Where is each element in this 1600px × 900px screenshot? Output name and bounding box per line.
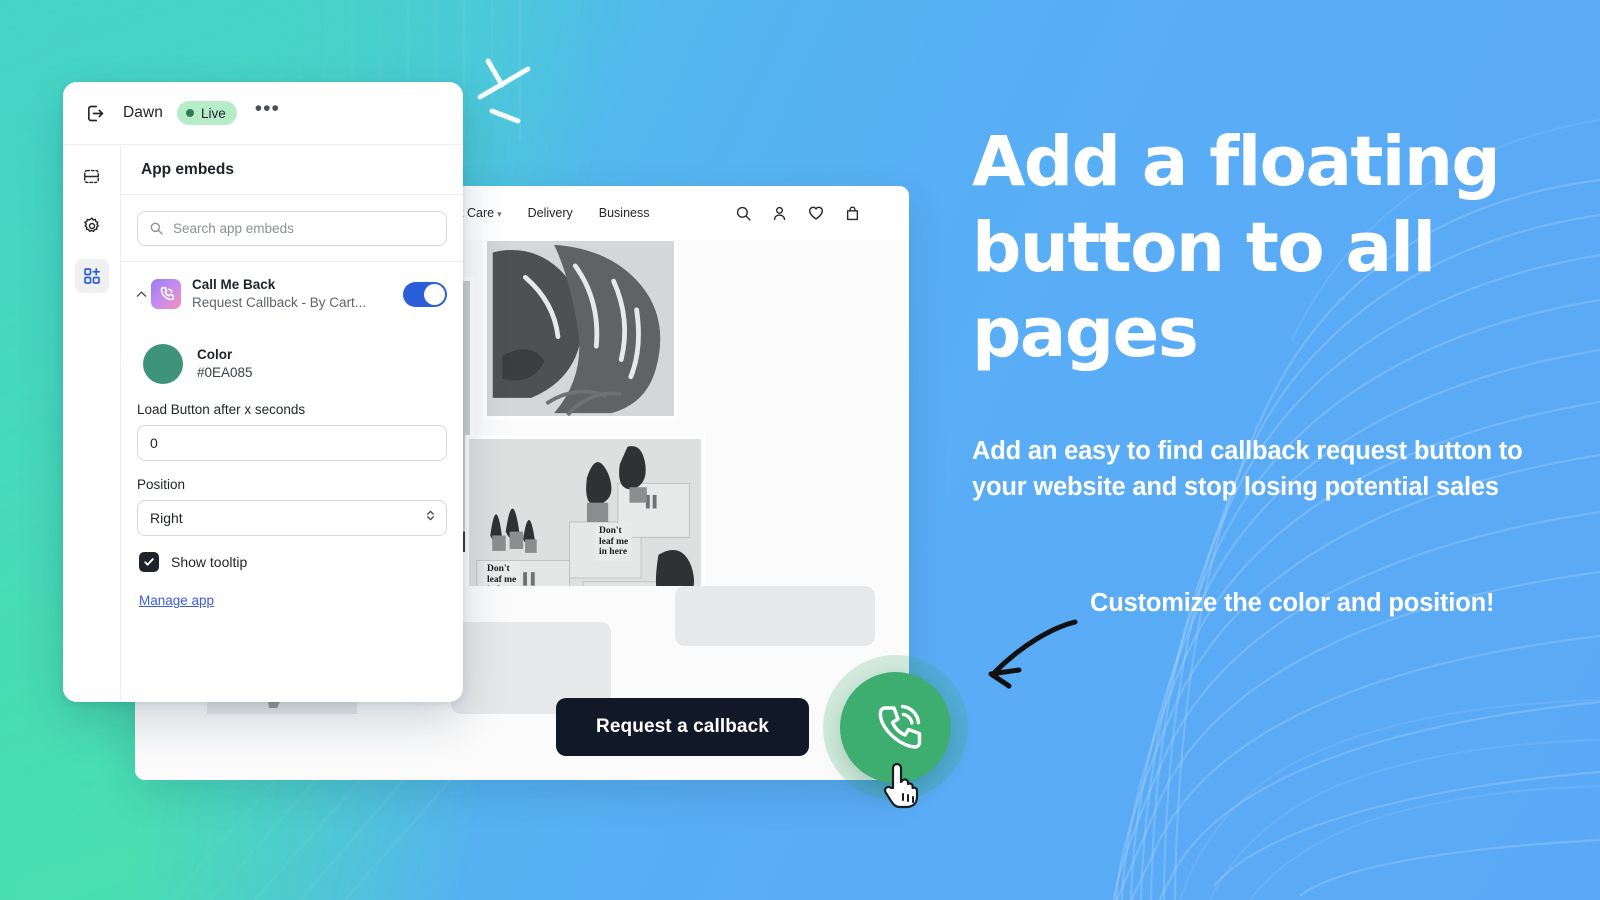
app-embed-texts: Call Me Back Request Callback - By Cart.… xyxy=(192,276,397,312)
status-badge: Live xyxy=(177,101,237,125)
theme-editor-window: Dawn Live ••• App embeds Search app embe… xyxy=(63,82,463,702)
app-embed-toggle[interactable] xyxy=(403,281,447,307)
color-label: Color xyxy=(197,346,233,362)
sidebar-item-theme-settings[interactable] xyxy=(75,209,109,243)
chevron-up-icon[interactable] xyxy=(131,288,151,301)
app-embed-settings: Color #0EA085 Load Button after x second… xyxy=(121,324,463,610)
manage-app-link[interactable]: Manage app xyxy=(139,593,214,608)
nav-link-delivery[interactable]: Delivery xyxy=(528,206,573,220)
position-label: Position xyxy=(137,477,186,493)
position-select[interactable] xyxy=(137,500,447,537)
status-dot xyxy=(186,109,195,117)
pointing-hand-cursor xyxy=(883,762,919,809)
show-tooltip-label: Show tooltip xyxy=(171,554,248,571)
check-icon xyxy=(144,558,154,567)
callback-tooltip: Request a callback xyxy=(556,698,809,756)
nav-icon-group xyxy=(735,204,861,222)
sidebar-item-sections[interactable] xyxy=(75,159,109,193)
box-label: Don'tleaf mein here xyxy=(595,523,633,561)
nav-link-business[interactable]: Business xyxy=(599,206,650,220)
more-options-button[interactable]: ••• xyxy=(255,98,280,123)
app-embed-title: Call Me Back xyxy=(192,277,276,292)
cart-bag-icon[interactable] xyxy=(844,205,861,222)
marketing-headline: Add a floating button to all pages xyxy=(972,122,1501,374)
app-embed-row: Call Me Back Request Callback - By Cart.… xyxy=(121,262,463,324)
search-icon xyxy=(150,222,163,235)
show-tooltip-row[interactable]: Show tooltip xyxy=(139,552,447,573)
decorative-burst-lines xyxy=(477,58,531,124)
account-icon[interactable] xyxy=(771,205,788,222)
position-select-wrap[interactable] xyxy=(137,500,447,537)
photo-monstera-leaf xyxy=(483,240,678,420)
search-icon[interactable] xyxy=(735,205,752,222)
search-input[interactable] xyxy=(173,221,435,236)
theme-name: Dawn xyxy=(123,104,164,121)
chevron-down-icon: ▾ xyxy=(497,209,502,219)
color-value: #0EA085 xyxy=(197,365,253,381)
marketing-column: Add a floating button to all pages Add a… xyxy=(972,120,1532,505)
color-swatch[interactable] xyxy=(143,344,183,385)
search-box[interactable] xyxy=(137,211,447,246)
toggle-knob xyxy=(424,283,445,305)
delay-label: Load Button after x seconds xyxy=(137,402,306,418)
wishlist-heart-icon[interactable] xyxy=(807,204,825,222)
call-me-back-app-icon xyxy=(151,279,181,310)
search-section xyxy=(121,195,463,262)
exit-icon[interactable] xyxy=(77,96,111,130)
curved-arrow-icon xyxy=(988,619,1078,689)
editor-topbar: Dawn Live ••• xyxy=(63,82,463,145)
product-card[interactable] xyxy=(675,586,875,646)
status-badge-label: Live xyxy=(201,105,226,121)
color-texts: Color #0EA085 xyxy=(197,346,253,384)
marketing-subcopy: Add an easy to find callback request but… xyxy=(972,436,1523,501)
callback-tooltip-label: Request a callback xyxy=(596,716,769,737)
sidebar-item-app-embeds[interactable] xyxy=(74,259,109,293)
editor-rail xyxy=(63,145,121,702)
color-setting-row[interactable]: Color #0EA085 xyxy=(137,336,447,402)
app-embeds-panel: App embeds Search app embeds Call Me Bac… xyxy=(121,145,463,702)
app-embed-subtitle: Request Callback - By Cart... xyxy=(192,295,367,311)
delay-input[interactable] xyxy=(137,425,447,462)
phone-ring-icon xyxy=(878,704,921,749)
editor-body: App embeds Search app embeds Call Me Bac… xyxy=(63,145,463,702)
show-tooltip-checkbox[interactable] xyxy=(139,552,159,573)
page-title: App embeds xyxy=(121,145,463,195)
position-field-block: Position xyxy=(137,477,447,537)
delay-field-block: Load Button after x seconds xyxy=(137,402,447,462)
marketing-callout: Customize the color and position! xyxy=(1090,589,1495,617)
